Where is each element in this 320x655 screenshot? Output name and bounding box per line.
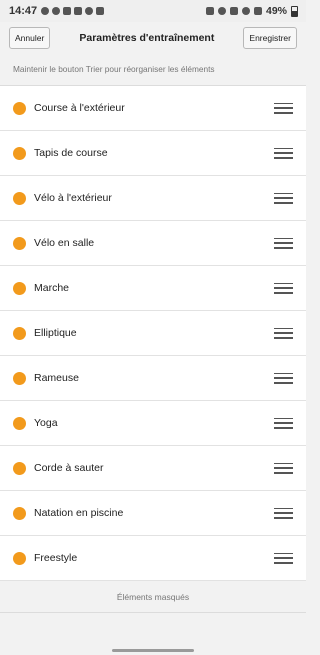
activity-label: Corde à sauter	[34, 462, 104, 474]
battery-icon	[291, 5, 298, 17]
header: Annuler Paramètres d'entraînement Enregi…	[0, 24, 306, 52]
drag-handle-icon[interactable]	[274, 372, 293, 384]
drag-handle-icon[interactable]	[274, 192, 293, 204]
activity-row[interactable]: Marche	[0, 266, 306, 311]
activity-label: Yoga	[34, 417, 58, 429]
activity-row[interactable]: Elliptique	[0, 311, 306, 356]
gesture-nav-bar	[0, 645, 306, 655]
activity-row[interactable]: Freestyle	[0, 536, 306, 581]
drag-handle-icon[interactable]	[274, 102, 293, 114]
drag-handle-icon[interactable]	[274, 552, 293, 564]
activity-row[interactable]: Rameuse	[0, 356, 306, 401]
bike-icon	[13, 191, 26, 205]
notification-icons	[41, 7, 105, 15]
page-title: Paramètres d'entraînement	[79, 32, 215, 44]
whatsapp-icon	[52, 7, 61, 15]
messenger-icon	[41, 7, 50, 15]
freestyle-icon	[13, 551, 26, 565]
activity-label: Elliptique	[34, 327, 77, 339]
activity-label: Tapis de course	[34, 147, 108, 159]
slack-icon	[63, 7, 72, 15]
save-button[interactable]: Enregistrer	[243, 27, 297, 49]
activity-row[interactable]: Corde à sauter	[0, 446, 306, 491]
drag-handle-icon[interactable]	[274, 507, 293, 519]
activity-label: Rameuse	[34, 372, 79, 384]
status-time: 14:47	[9, 5, 38, 17]
walk-icon	[13, 281, 26, 295]
activity-label: Vélo à l'extérieur	[34, 192, 112, 204]
status-bar: 14:47 49%	[0, 0, 306, 22]
activity-label: Natation en piscine	[34, 507, 124, 519]
hidden-items-section[interactable]: Éléments masqués	[0, 581, 306, 613]
home-indicator[interactable]	[112, 648, 194, 652]
run-icon	[13, 101, 26, 115]
activity-row[interactable]: Vélo à l'extérieur	[0, 176, 306, 221]
signal-icon	[253, 7, 262, 15]
status-bar-right: 49%	[205, 5, 298, 17]
wifi-icon	[241, 7, 250, 15]
music-icon	[85, 7, 94, 15]
mute-icon	[229, 7, 238, 15]
activity-label: Freestyle	[34, 552, 78, 564]
activity-row[interactable]: Vélo en salle	[0, 221, 306, 266]
alarm-icon	[205, 7, 214, 15]
image-icon	[96, 7, 105, 15]
activity-label: Vélo en salle	[34, 237, 95, 249]
cancel-button[interactable]: Annuler	[9, 27, 51, 49]
drag-handle-icon[interactable]	[274, 327, 293, 339]
drag-handle-icon[interactable]	[274, 237, 293, 249]
activity-row[interactable]: Course à l'extérieur	[0, 86, 306, 131]
elliptical-icon	[13, 326, 26, 340]
activity-row[interactable]: Natation en piscine	[0, 491, 306, 536]
activity-list: Course à l'extérieur Tapis de course Vélo …	[0, 86, 306, 581]
bluetooth-icon	[217, 7, 226, 15]
indoor-bike-icon	[13, 236, 26, 250]
activity-row[interactable]: Tapis de course	[0, 131, 306, 176]
rower-icon	[13, 371, 26, 385]
app-icon	[74, 7, 83, 15]
status-bar-left: 14:47	[9, 5, 105, 17]
swim-icon	[13, 506, 26, 520]
activity-row[interactable]: Yoga	[0, 401, 306, 446]
activity-label: Marche	[34, 282, 70, 294]
reorder-hint: Maintenir le bouton Trier pour réorganis…	[0, 52, 306, 86]
jump-rope-icon	[13, 461, 26, 475]
drag-handle-icon[interactable]	[274, 462, 293, 474]
battery-percent: 49%	[265, 5, 287, 17]
drag-handle-icon[interactable]	[274, 147, 293, 159]
yoga-icon	[13, 416, 26, 430]
drag-handle-icon[interactable]	[274, 282, 293, 294]
drag-handle-icon[interactable]	[274, 417, 293, 429]
treadmill-icon	[13, 146, 26, 160]
activity-label: Course à l'extérieur	[34, 102, 125, 114]
